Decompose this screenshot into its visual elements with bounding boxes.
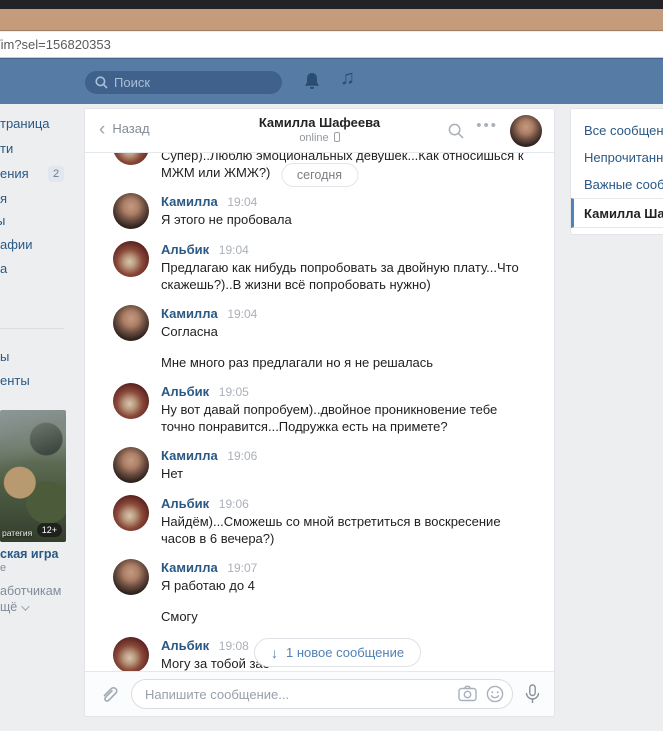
message-author[interactable]: Альбик xyxy=(161,638,209,653)
message-time: 19:08 xyxy=(219,639,249,653)
message-text: Могу за тобой зае xyxy=(161,655,270,672)
ad-image-caption: ратегия xyxy=(2,528,32,538)
message-text: Я этого не пробовала xyxy=(161,211,292,228)
sidebar-item-messages[interactable]: ения xyxy=(0,166,29,181)
message-row: Альбик 19:06 Найдём)...Сможешь со мной в… xyxy=(85,495,554,547)
message-author[interactable]: Альбик xyxy=(161,384,209,399)
message-author[interactable]: Альбик xyxy=(161,242,209,257)
attach-icon[interactable] xyxy=(99,684,119,704)
sidebar-item-my-page[interactable]: траница xyxy=(0,116,50,131)
avatar[interactable] xyxy=(113,193,149,229)
avatar[interactable] xyxy=(113,637,149,672)
message-text: Смогу xyxy=(161,608,257,625)
avatar[interactable] xyxy=(113,305,149,341)
message-text: Ну вот давай попробуем)..двойное проникн… xyxy=(161,401,530,435)
message-text: Предлагаю как нибудь попробовать за двой… xyxy=(161,259,530,293)
mobile-phone-icon xyxy=(334,132,340,142)
message-time: 19:04 xyxy=(227,307,257,321)
window-title-bar xyxy=(0,0,663,9)
message-list[interactable]: сегодня Альбик Супер)..Люблю эмоциональн… xyxy=(85,153,554,672)
avatar[interactable] xyxy=(113,383,149,419)
message-time: 19:06 xyxy=(227,449,257,463)
ad-image[interactable]: ратегия 12+ xyxy=(0,410,66,542)
avatar[interactable] xyxy=(113,241,149,277)
message-row: Камилла 19:06 Нет xyxy=(85,447,554,483)
microphone-icon[interactable] xyxy=(525,684,540,705)
avatar[interactable] xyxy=(113,495,149,531)
chat-header: ‹Назад Камилла Шафеева online ••• xyxy=(85,109,554,153)
chat-search-icon[interactable] xyxy=(448,123,464,139)
message-text: Нет xyxy=(161,465,257,482)
chat-menu-icon[interactable]: ••• xyxy=(476,117,498,134)
message-author[interactable]: Камилла xyxy=(161,194,218,209)
sidebar-item-friends[interactable]: я xyxy=(0,191,7,206)
message-input[interactable] xyxy=(131,679,513,709)
message-row: Альбик 19:05 Ну вот давай попробуем)..дв… xyxy=(85,383,554,435)
message-row: Камилла 19:04 Я этого не пробовала xyxy=(85,193,554,229)
message-author[interactable]: Альбик xyxy=(161,496,209,511)
filter-all-messages[interactable]: Все сообщения xyxy=(571,117,663,144)
message-author[interactable]: Камилла xyxy=(161,560,218,575)
avatar[interactable] xyxy=(113,447,149,483)
sidebar-item-documents[interactable]: енты xyxy=(0,373,30,388)
camera-icon[interactable] xyxy=(458,685,477,702)
sidebar-item-music[interactable]: а xyxy=(0,261,7,276)
filter-unread[interactable]: Непрочитанные xyxy=(571,144,663,171)
search-icon xyxy=(95,76,108,89)
url-text: /im?sel=156820353 xyxy=(0,32,111,57)
search-placeholder: Поиск xyxy=(114,75,150,90)
ad-subtitle: е xyxy=(0,562,6,574)
message-author[interactable]: Камилла xyxy=(161,448,218,463)
message-time: 19:04 xyxy=(227,195,257,209)
browser-toolbar xyxy=(0,9,663,31)
message-row: Альбик 19:04 Предлагаю как нибудь попроб… xyxy=(85,241,554,293)
message-row: Камилла 19:04 Согласна Мне много раз пред… xyxy=(85,305,554,371)
chevron-down-icon xyxy=(21,602,29,610)
arrow-down-icon: ↓ xyxy=(271,645,278,661)
avatar[interactable] xyxy=(113,559,149,595)
footer-developers-link[interactable]: аботчикам xyxy=(0,584,61,598)
date-divider: сегодня xyxy=(281,163,358,187)
music-icon[interactable]: ♫ xyxy=(340,67,355,90)
emoji-icon[interactable] xyxy=(486,685,504,703)
message-text: Мне много раз предлагали но я не решалас… xyxy=(161,354,433,371)
sidebar-item-photos[interactable]: афии xyxy=(0,237,32,252)
message-author[interactable]: Камилла xyxy=(161,306,218,321)
chat-peer-avatar[interactable] xyxy=(510,115,542,147)
address-bar[interactable]: /im?sel=156820353 xyxy=(0,32,663,58)
footer-more-link[interactable]: щё xyxy=(0,600,27,614)
message-text: Найдём)...Сможешь со мной встретиться в … xyxy=(161,513,530,547)
message-time: 19:07 xyxy=(227,561,257,575)
ad-title-link[interactable]: ская игра xyxy=(0,547,58,561)
header-search-input[interactable]: Поиск xyxy=(85,71,282,94)
messages-unread-badge: 2 xyxy=(48,166,64,182)
notifications-bell-icon[interactable] xyxy=(303,72,321,92)
sidebar-divider xyxy=(0,328,64,329)
ad-age-badge: 12+ xyxy=(37,523,62,537)
messages-filter-panel: Все сообщения Непрочитанные Важные сообщ… xyxy=(570,108,663,235)
vk-top-header: Поиск ♫ xyxy=(0,58,663,104)
avatar[interactable] xyxy=(113,153,149,165)
message-row: Камилла 19:07 Я работаю до 4 Смогу xyxy=(85,559,554,625)
message-text: Я работаю до 4 xyxy=(161,577,257,594)
active-chat-item[interactable]: Камилла Шафеева xyxy=(571,198,663,228)
filter-important[interactable]: Важные сообщения xyxy=(571,171,663,198)
message-time: 19:05 xyxy=(219,385,249,399)
new-message-button[interactable]: ↓ 1 новое сообщение xyxy=(254,638,421,667)
message-composer xyxy=(85,671,554,716)
chat-window: ‹Назад Камилла Шафеева online ••• сегодн… xyxy=(84,108,555,717)
sidebar-item-goods[interactable]: ы xyxy=(0,349,9,364)
message-time: 19:04 xyxy=(219,243,249,257)
message-time: 19:06 xyxy=(219,497,249,511)
message-text: Согласна xyxy=(161,323,433,340)
sidebar-item-groups[interactable]: ы xyxy=(0,213,5,228)
sidebar-item-news[interactable]: ти xyxy=(0,141,13,156)
